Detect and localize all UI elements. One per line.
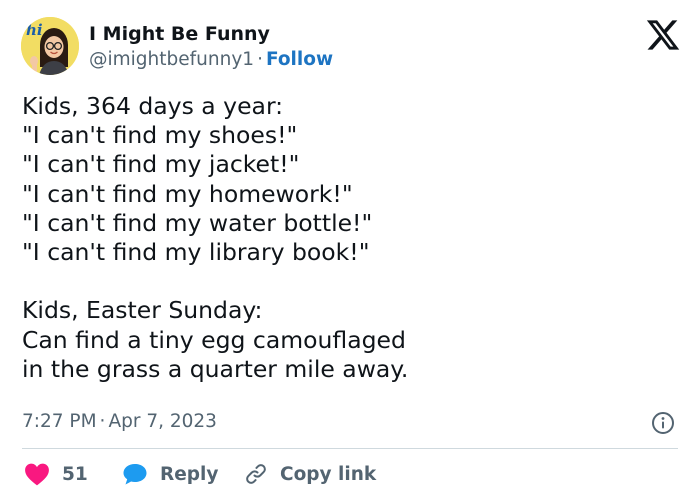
copy-link-label: Copy link xyxy=(280,463,377,485)
like-count: 51 xyxy=(62,463,88,485)
author-handle[interactable]: @imightbefunny1 xyxy=(89,49,254,70)
heart-icon xyxy=(24,462,50,486)
handle-separator: · xyxy=(257,49,263,70)
handle-row: @imightbefunny1 · Follow xyxy=(89,48,333,72)
avatar[interactable]: hi xyxy=(21,17,79,75)
author-name[interactable]: I Might Be Funny xyxy=(89,22,270,46)
reply-button[interactable]: Reply xyxy=(122,459,218,489)
action-bar: 51 Reply Copy link xyxy=(22,459,678,489)
tweet-header: hi I Might Be Funny @imightbefunny1 · Foll… xyxy=(21,17,681,77)
tweet-text: Kids, 364 days a year: "I can't find my … xyxy=(22,92,409,383)
follow-button[interactable]: Follow xyxy=(266,49,333,70)
copy-link-button[interactable]: Copy link xyxy=(244,459,376,489)
tweet-date: Apr 7, 2023 xyxy=(108,411,217,432)
link-icon xyxy=(244,462,268,486)
like-button[interactable]: 51 xyxy=(24,459,88,489)
reply-label: Reply xyxy=(160,463,219,485)
tweet-card: hi I Might Be Funny @imightbefunny1 · Foll… xyxy=(0,0,700,502)
info-icon[interactable] xyxy=(651,411,675,435)
tweet-time: 7:27 PM xyxy=(22,411,97,432)
x-logo-icon[interactable] xyxy=(645,17,681,53)
avatar-hi-text: hi xyxy=(26,21,43,39)
speech-bubble-icon xyxy=(122,462,148,486)
timestamp-separator: · xyxy=(99,411,106,432)
tweet-timestamp[interactable]: 7:27 PM · Apr 7, 2023 xyxy=(22,410,217,434)
divider xyxy=(22,448,678,449)
